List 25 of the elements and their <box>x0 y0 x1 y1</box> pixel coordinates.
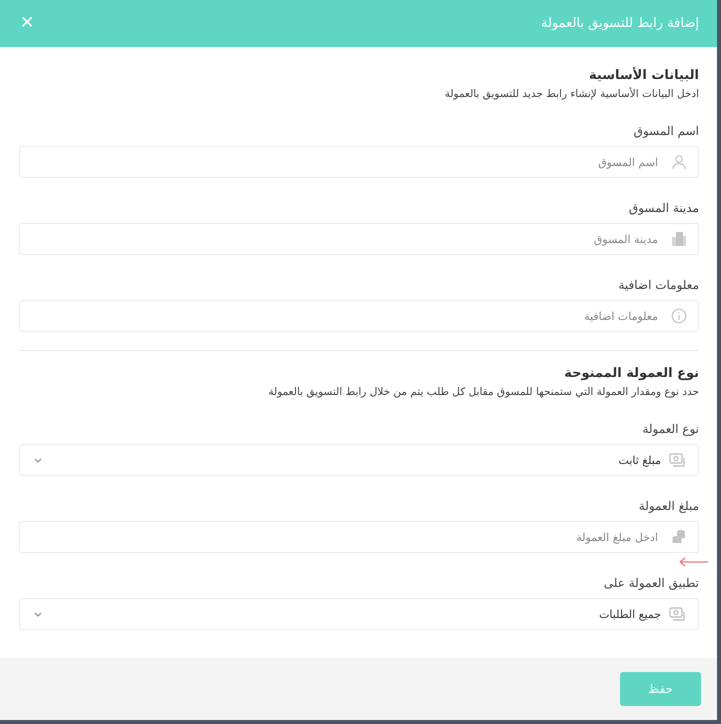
field-label: اسم المسوق <box>632 123 699 139</box>
select-field[interactable]: مبلغ ثابت <box>19 444 699 476</box>
section-title: نوع العمولة الممنوحة <box>563 365 699 383</box>
chevron-down-icon <box>34 458 42 462</box>
cash-icon <box>669 606 686 622</box>
field-label: تطبيق العمولة على <box>602 575 699 591</box>
user-icon <box>671 154 687 170</box>
coins-icon <box>671 529 687 545</box>
section-title: البيانات الأساسية <box>588 67 699 85</box>
input-field[interactable]: معلومات اضافية <box>19 300 699 332</box>
section-description: حدد نوع ومقدار العمولة التي ستمنحها للمسوق مقابل كل طلب يتم من خلال رابط التسويق بالعمولة <box>267 385 699 399</box>
field-label: مبلغ العمولة <box>638 498 699 514</box>
info-icon <box>671 308 687 324</box>
dialog-title: إضافة رابط للتسويق بالعمولة <box>541 16 699 31</box>
field-label: نوع العمولة <box>641 421 699 437</box>
field-label: مدينة المسوق <box>628 200 699 216</box>
input-field[interactable]: ادخل مبلغ العمولة <box>19 521 699 553</box>
chevron-down-icon <box>34 612 42 616</box>
select-field[interactable]: جميع الطلبات <box>19 598 699 630</box>
section-description: ادخل البيانات الأساسية لإنشاء رابط جديد للتسويق بالعمولة <box>444 87 699 101</box>
building-icon <box>671 231 687 247</box>
input-field[interactable]: اسم المسوق <box>19 146 699 178</box>
cash-icon <box>669 452 686 468</box>
input-field[interactable]: مدينة المسوق <box>19 223 699 255</box>
field-label: معلومات اضافية <box>617 277 699 293</box>
